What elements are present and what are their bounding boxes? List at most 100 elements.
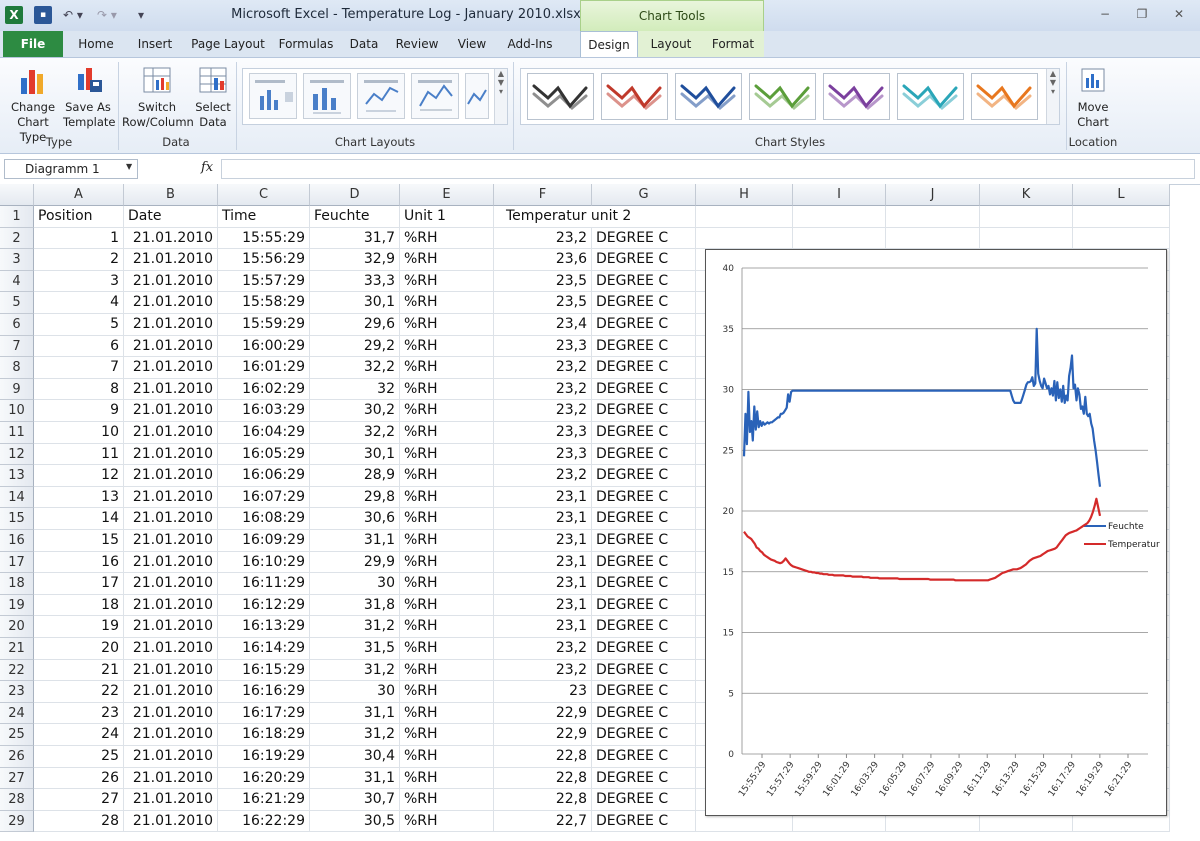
- minimize-button[interactable]: −: [1094, 5, 1116, 23]
- restore-button[interactable]: ❐: [1131, 5, 1153, 23]
- select-all-corner[interactable]: [0, 184, 34, 206]
- table-cell[interactable]: %RH: [400, 378, 494, 401]
- move-chart-button[interactable]: Move Chart: [1068, 64, 1118, 130]
- table-cell[interactable]: 31,7: [310, 227, 400, 250]
- table-cell[interactable]: %RH: [400, 270, 494, 293]
- table-cell[interactable]: 16:22:29: [218, 810, 310, 833]
- row-header[interactable]: 19: [0, 594, 34, 617]
- table-cell[interactable]: 30,5: [310, 810, 400, 833]
- header-cell[interactable]: Temperatur unit 2: [494, 206, 631, 228]
- row-header[interactable]: 7: [0, 335, 34, 358]
- table-cell[interactable]: 23,2: [494, 465, 592, 487]
- table-cell[interactable]: 16:06:29: [218, 465, 310, 487]
- table-cell[interactable]: %RH: [400, 638, 494, 660]
- table-cell[interactable]: 23,1: [494, 594, 592, 617]
- table-cell[interactable]: 21.01.2010: [124, 638, 218, 660]
- column-header-D[interactable]: D: [310, 184, 400, 206]
- column-header-I[interactable]: I: [793, 184, 886, 206]
- chart-style-1[interactable]: [527, 73, 594, 120]
- table-cell[interactable]: 23,2: [494, 659, 592, 682]
- table-cell[interactable]: 30,6: [310, 508, 400, 530]
- select-data-button[interactable]: Select Data: [192, 64, 234, 130]
- table-cell[interactable]: 13: [34, 486, 124, 509]
- table-cell[interactable]: 14: [34, 508, 124, 530]
- column-header-E[interactable]: E: [400, 184, 494, 206]
- table-cell[interactable]: [696, 227, 793, 250]
- table-cell[interactable]: %RH: [400, 400, 494, 422]
- table-cell[interactable]: 31,1: [310, 767, 400, 790]
- table-cell[interactable]: DEGREE C: [592, 378, 696, 401]
- table-cell[interactable]: 21.01.2010: [124, 486, 218, 509]
- chart-style-6[interactable]: [897, 73, 964, 120]
- table-cell[interactable]: 29,8: [310, 486, 400, 509]
- table-cell[interactable]: 21.01.2010: [124, 702, 218, 725]
- save-as-template-button[interactable]: Save As Template: [63, 64, 115, 130]
- gallery-scroll-arrows[interactable]: ▲ ▼ ▾: [494, 69, 507, 124]
- table-cell[interactable]: DEGREE C: [592, 465, 696, 487]
- table-cell[interactable]: 32,2: [310, 357, 400, 379]
- row-header[interactable]: 20: [0, 616, 34, 638]
- table-cell[interactable]: %RH: [400, 810, 494, 833]
- column-header-B[interactable]: B: [124, 184, 218, 206]
- table-cell[interactable]: 22,8: [494, 746, 592, 768]
- table-cell[interactable]: 16:11:29: [218, 573, 310, 595]
- table-cell[interactable]: 22,9: [494, 702, 592, 725]
- table-cell[interactable]: 33,3: [310, 270, 400, 293]
- table-cell[interactable]: 31,2: [310, 724, 400, 746]
- table-cell[interactable]: 23,1: [494, 551, 592, 574]
- table-cell[interactable]: 15:57:29: [218, 270, 310, 293]
- header-cell[interactable]: [886, 206, 980, 228]
- tab-formulas[interactable]: Formulas: [276, 31, 336, 57]
- table-cell[interactable]: 16:19:29: [218, 746, 310, 768]
- table-cell[interactable]: %RH: [400, 724, 494, 746]
- table-cell[interactable]: DEGREE C: [592, 616, 696, 638]
- table-cell[interactable]: 23,2: [494, 227, 592, 250]
- table-cell[interactable]: 32,2: [310, 422, 400, 444]
- table-cell[interactable]: 16:16:29: [218, 681, 310, 703]
- name-box[interactable]: Diagramm 1: [4, 159, 138, 179]
- tab-format[interactable]: Format: [706, 31, 760, 57]
- embedded-chart[interactable]: 0 5 15 15 20 25 30 35 40 15:55:29 15:57:29 15:59:29…: [705, 249, 1167, 816]
- table-cell[interactable]: 21.01.2010: [124, 378, 218, 401]
- table-cell[interactable]: 23: [34, 702, 124, 725]
- row-header[interactable]: 9: [0, 378, 34, 401]
- table-cell[interactable]: 15: [34, 530, 124, 552]
- table-cell[interactable]: DEGREE C: [592, 249, 696, 271]
- table-cell[interactable]: 30,7: [310, 789, 400, 811]
- table-cell[interactable]: DEGREE C: [592, 335, 696, 358]
- table-cell[interactable]: 21.01.2010: [124, 357, 218, 379]
- table-cell[interactable]: 29,9: [310, 551, 400, 574]
- chart-layout-4[interactable]: [411, 73, 459, 119]
- table-cell[interactable]: 21.01.2010: [124, 767, 218, 790]
- gallery-scroll-arrows[interactable]: ▲ ▼ ▾: [1046, 69, 1059, 124]
- table-cell[interactable]: DEGREE C: [592, 724, 696, 746]
- table-cell[interactable]: 21.01.2010: [124, 724, 218, 746]
- column-header-F[interactable]: F: [494, 184, 592, 206]
- table-cell[interactable]: [886, 227, 980, 250]
- table-cell[interactable]: 23,5: [494, 292, 592, 314]
- table-cell[interactable]: 9: [34, 400, 124, 422]
- header-cell[interactable]: [696, 206, 793, 228]
- table-cell[interactable]: 21.01.2010: [124, 314, 218, 336]
- row-header[interactable]: 1: [0, 206, 34, 228]
- table-cell[interactable]: %RH: [400, 508, 494, 530]
- row-header[interactable]: 14: [0, 486, 34, 509]
- column-header-J[interactable]: J: [886, 184, 980, 206]
- table-cell[interactable]: 1: [34, 227, 124, 250]
- table-cell[interactable]: %RH: [400, 616, 494, 638]
- table-cell[interactable]: [980, 227, 1073, 250]
- table-cell[interactable]: %RH: [400, 292, 494, 314]
- table-cell[interactable]: 31,5: [310, 638, 400, 660]
- table-cell[interactable]: 16:10:29: [218, 551, 310, 574]
- table-cell[interactable]: [793, 227, 886, 250]
- table-cell[interactable]: 21.01.2010: [124, 810, 218, 833]
- tab-layout[interactable]: Layout: [646, 31, 696, 57]
- row-header[interactable]: 8: [0, 357, 34, 379]
- row-header[interactable]: 25: [0, 724, 34, 746]
- table-cell[interactable]: 16: [34, 551, 124, 574]
- chart-layout-3[interactable]: [357, 73, 405, 119]
- table-cell[interactable]: 32,9: [310, 249, 400, 271]
- chart-style-7[interactable]: [971, 73, 1038, 120]
- table-cell[interactable]: 16:20:29: [218, 767, 310, 790]
- table-cell[interactable]: 19: [34, 616, 124, 638]
